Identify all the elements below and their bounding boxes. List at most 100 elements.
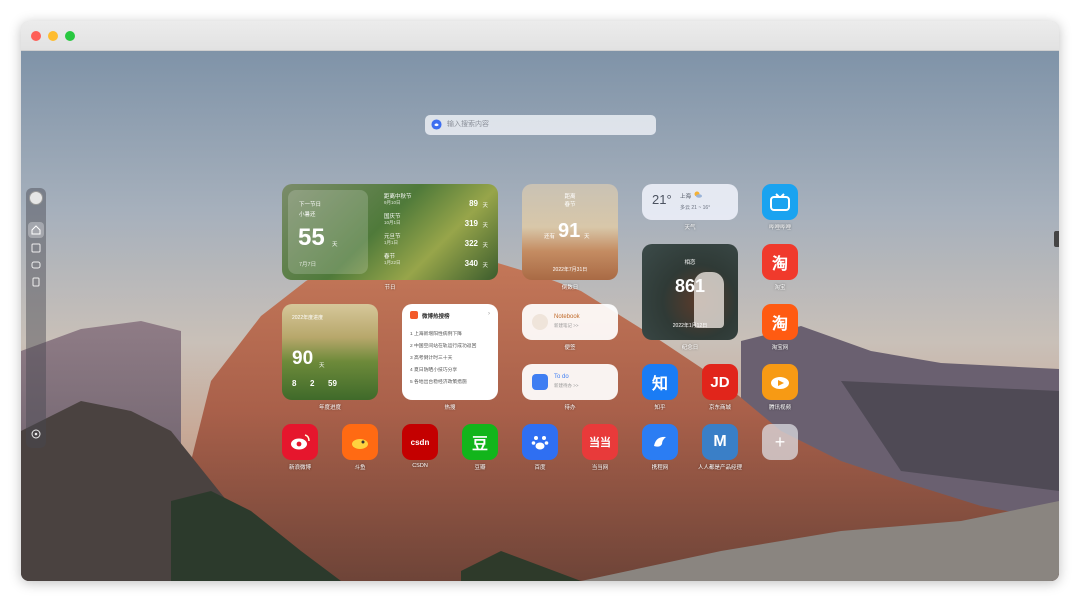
app-baidu[interactable] [522, 424, 558, 460]
douban-glyph: 豆 [471, 436, 488, 453]
year-progress-widget[interactable]: 2022年度进度 90 天 8 2 59 [282, 304, 378, 400]
app-douban[interactable]: 豆 [462, 424, 498, 460]
app-label: 豆瓣 [474, 465, 486, 471]
countdown-item-name: 国庆节 [384, 214, 401, 220]
app-woshipm[interactable]: M [702, 424, 738, 460]
cloudy-icon [694, 191, 702, 198]
countdown-item: 春节 1月22日 340 天 [384, 252, 492, 272]
todo-sub: 新建待办 >> [554, 383, 579, 388]
desert-prefix: 还有 [544, 234, 556, 240]
countdown-item-unit: 天 [482, 243, 488, 249]
douyu-icon [352, 439, 368, 449]
taobao-net-glyph: 淘 [771, 316, 788, 333]
add-app-button[interactable]: + [762, 424, 798, 460]
countdown-item-date: 10月1日 [384, 220, 401, 225]
baidu-paw-icon [531, 436, 549, 450]
desert-line1: 距离 [564, 194, 576, 200]
widget-label: 纪念日 [681, 345, 699, 351]
countdown-item-days: 319 [464, 219, 478, 228]
desert-date: 2022年7月31日 [552, 267, 588, 273]
weather-desc: 多云 21 ~ 16° [680, 205, 711, 211]
browser-window: 输入搜索内容 下一节日 小暑还 55 天 7月7日 距离中秋节 9月10日 89… [21, 21, 1059, 581]
weather-widget[interactable]: 21° 上海 多云 21 ~ 16° [642, 184, 738, 220]
app-label: 携程网 [651, 465, 669, 471]
zhihu-glyph: 知 [651, 376, 668, 393]
zoom-window-button[interactable] [65, 31, 75, 41]
countdown-item-name: 元旦节 [384, 234, 401, 240]
jd-glyph: JD [710, 373, 730, 391]
app-label: 当当网 [591, 465, 609, 471]
hot-item[interactable]: 2 中国空间站在轨运行成功返回 [410, 342, 476, 349]
home-icon[interactable] [31, 225, 41, 235]
app-label: 淘宝 [774, 285, 786, 291]
countdown-unit: 天 [332, 242, 338, 248]
todo-title: To do [554, 374, 569, 380]
love-date: 2022年1月12日 [672, 323, 708, 329]
desert-days: 91 [558, 220, 581, 242]
search-engine-icon[interactable] [431, 119, 442, 130]
search-bar[interactable]: 输入搜索内容 [425, 115, 656, 135]
hot-more-icon[interactable]: › [488, 311, 490, 317]
countdown-item-name: 春节 [384, 254, 396, 260]
hot-item[interactable]: 1 上海新增阳性病例下降 [410, 330, 462, 337]
tools-icon[interactable] [31, 277, 41, 287]
desert-line2: 春节 [564, 202, 576, 208]
countdown-subtitle: 小暑还 [299, 212, 316, 218]
todo-list-icon [532, 374, 548, 390]
countdown-item-days: 340 [464, 259, 478, 268]
dangdang-glyph: 当当 [589, 437, 611, 449]
video-icon [771, 377, 789, 389]
progress-days: 90 [292, 348, 314, 369]
app-csdn[interactable]: csdn [402, 424, 438, 460]
app-label: 新浪微博 [288, 465, 311, 471]
countdown-item-unit: 天 [482, 203, 488, 209]
hot-search-widget[interactable]: 微博热搜榜 › 1 上海新增阳性病例下降 2 中国空间站在轨运行成功返回 3 高… [402, 304, 498, 400]
app-weibo[interactable] [282, 424, 318, 460]
plus-icon: + [774, 431, 786, 452]
hot-item[interactable]: 5 各地出台稳经济政策措施 [410, 378, 467, 385]
hot-item[interactable]: 4 夏日防晒小技巧分享 [410, 366, 457, 373]
countdown-day-widget[interactable]: 距离 春节 还有 91 天 2022年7月31日 [522, 184, 618, 280]
gamepad-icon[interactable] [31, 260, 41, 270]
app-dangdang[interactable]: 当当 [582, 424, 618, 460]
new-tab-page: 输入搜索内容 下一节日 小暑还 55 天 7月7日 距离中秋节 9月10日 89… [21, 51, 1059, 581]
countdown-date: 7月7日 [299, 262, 317, 268]
right-edge-handle[interactable] [1054, 231, 1059, 247]
countdown-item: 元旦节 1月1日 322 天 [384, 232, 492, 252]
countdown-main-panel: 下一节日 小暑还 55 天 7月7日 [288, 190, 368, 274]
widget-label: 便签 [564, 345, 576, 351]
todo-widget[interactable]: To do 新建待办 >> [522, 364, 618, 400]
minimize-window-button[interactable] [48, 31, 58, 41]
close-window-button[interactable] [31, 31, 41, 41]
countdown-item-date: 9月10日 [384, 200, 401, 205]
app-taobao-net[interactable]: 淘 [762, 304, 798, 340]
app-bilibili[interactable] [762, 184, 798, 220]
code-icon[interactable] [31, 243, 41, 253]
festival-countdown-widget[interactable]: 下一节日 小暑还 55 天 7月7日 距离中秋节 9月10日 89 天 国庆节 … [282, 184, 498, 280]
notebook-widget[interactable]: Notebook 新建笔记 >> [522, 304, 618, 340]
countdown-item-name: 距离中秋节 [384, 194, 412, 200]
countdown-item-unit: 天 [482, 263, 488, 269]
progress-s: 59 [328, 379, 337, 388]
countdown-item: 距离中秋节 9月10日 89 天 [384, 192, 492, 212]
countdown-item: 国庆节 10月1日 319 天 [384, 212, 492, 232]
weibo-hot-icon [410, 311, 418, 319]
hot-item[interactable]: 3 高考倒计时三十天 [410, 354, 452, 361]
settings-icon[interactable] [31, 429, 41, 439]
search-input[interactable]: 输入搜索内容 [447, 119, 489, 129]
app-ctrip[interactable] [642, 424, 678, 460]
csdn-glyph: csdn [410, 437, 430, 447]
countdown-item-days: 322 [464, 239, 478, 248]
app-taobao[interactable]: 淘 [762, 244, 798, 280]
app-label: 知乎 [654, 405, 666, 411]
app-label: 百度 [534, 465, 546, 471]
app-douyu[interactable] [342, 424, 378, 460]
anniversary-widget[interactable]: 相恋 861 2022年1月12日 [642, 244, 738, 340]
countdown-days: 55 [298, 224, 325, 251]
app-jd[interactable]: JD [702, 364, 738, 400]
app-zhihu[interactable]: 知 [642, 364, 678, 400]
app-tencent-video[interactable] [762, 364, 798, 400]
app-label: 斗鱼 [354, 465, 366, 471]
woshipm-glyph: M [713, 433, 727, 450]
user-avatar[interactable] [29, 191, 43, 205]
